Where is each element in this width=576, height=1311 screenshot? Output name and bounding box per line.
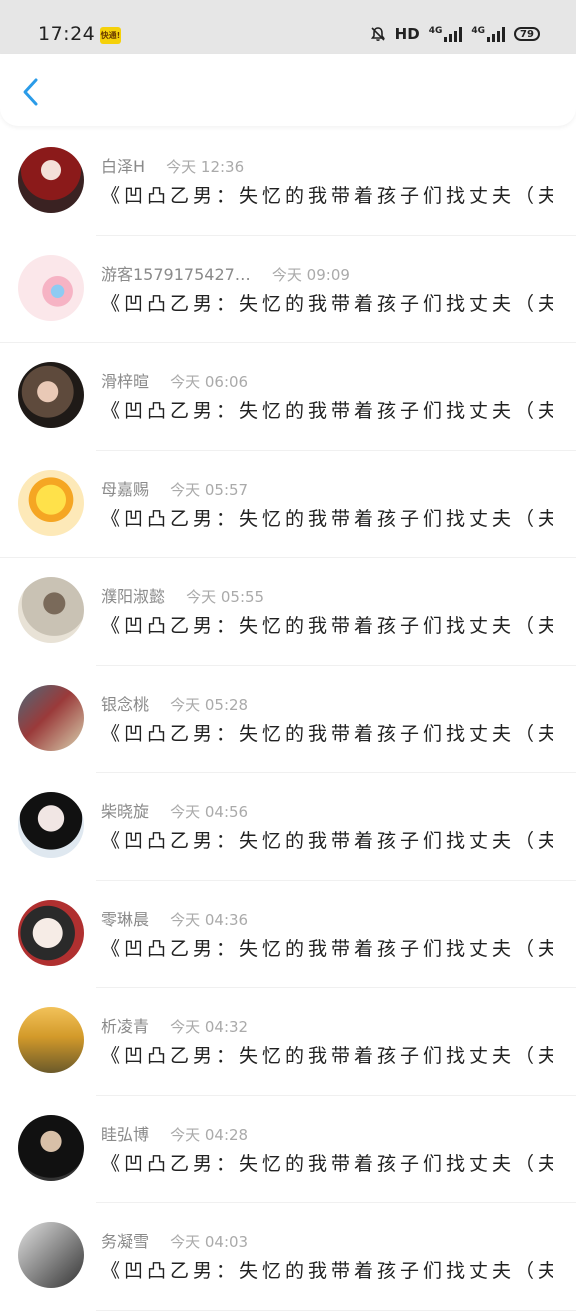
timestamp: 今天 04:28	[170, 1125, 249, 1144]
item-meta: 濮阳淑懿 今天 05:55	[101, 583, 264, 607]
user-name[interactable]: 银念桃	[101, 695, 149, 714]
list-item-6[interactable]: 银念桃 今天 05:28 《凹凸乙男：失忆的我带着孩子们找丈夫（夫…	[0, 666, 576, 773]
timestamp: 今天 12:36	[166, 158, 245, 176]
timestamp: 今天 04:56	[170, 803, 249, 821]
hd-indicator: HD	[394, 25, 420, 43]
avatar[interactable]	[18, 792, 84, 858]
signal-4g-1: 4G	[429, 26, 463, 42]
timestamp: 今天 04:32	[170, 1018, 249, 1036]
timestamp: 今天 06:06	[170, 373, 249, 391]
list-item-11[interactable]: 务凝雪 今天 04:03 《凹凸乙男：失忆的我带着孩子们找丈夫（夫…	[0, 1203, 576, 1311]
avatar[interactable]	[18, 1222, 84, 1288]
header-bar	[0, 54, 576, 126]
item-meta: 白泽H 今天 12:36	[101, 153, 244, 177]
message-preview: 《凹凸乙男：失忆的我带着孩子们找丈夫（夫…	[101, 185, 553, 207]
avatar[interactable]	[18, 469, 84, 536]
timestamp: 今天 05:28	[170, 695, 249, 714]
item-meta: 务凝雪 今天 04:03	[101, 1228, 248, 1252]
timestamp: 今天 05:57	[170, 480, 249, 499]
list-item-3[interactable]: 滑梓暄 今天 06:06 《凹凸乙男：失忆的我带着孩子们找丈夫（夫…	[0, 343, 576, 451]
avatar[interactable]	[18, 1114, 84, 1181]
message-preview: 《凹凸乙男：失忆的我带着孩子们找丈夫（夫…	[101, 615, 553, 637]
status-icons: HD 4G 4G 79	[370, 25, 540, 43]
list-item-4[interactable]: 母嘉赐 今天 05:57 《凹凸乙男：失忆的我带着孩子们找丈夫（夫…	[0, 451, 576, 558]
status-bar: 17:24 快通! HD 4G 4G 79	[0, 0, 576, 54]
avatar[interactable]	[18, 577, 84, 643]
app-notification-badge: 快通!	[100, 27, 121, 44]
item-meta: 柴晓旋 今天 04:56	[101, 798, 248, 822]
message-preview: 《凹凸乙男：失忆的我带着孩子们找丈夫（夫…	[101, 937, 553, 960]
chevron-left-icon	[23, 78, 38, 106]
user-name[interactable]: 濮阳淑懿	[101, 587, 165, 606]
item-meta: 银念桃 今天 05:28	[101, 691, 248, 715]
item-meta: 析凌青 今天 04:32	[101, 1013, 248, 1037]
item-meta: 零琳晨 今天 04:36	[101, 906, 248, 930]
item-meta: 眭弘博 今天 04:28	[101, 1121, 248, 1145]
message-preview: 《凹凸乙男：失忆的我带着孩子们找丈夫（夫…	[101, 292, 553, 315]
timestamp: 今天 05:55	[186, 588, 265, 606]
signal-icon	[487, 27, 505, 42]
list-item-8[interactable]: 零琳晨 今天 04:36 《凹凸乙男：失忆的我带着孩子们找丈夫（夫…	[0, 881, 576, 988]
item-meta: 滑梓暄 今天 06:06	[101, 368, 248, 392]
user-name[interactable]: 析凌青	[101, 1017, 149, 1036]
avatar[interactable]	[18, 1007, 84, 1073]
message-preview: 《凹凸乙男：失忆的我带着孩子们找丈夫（夫…	[101, 400, 553, 422]
signal-icon	[444, 27, 463, 42]
signal-4g-2: 4G	[471, 26, 505, 42]
timestamp: 今天 04:03	[170, 1233, 249, 1251]
avatar[interactable]	[18, 254, 84, 321]
avatar[interactable]	[18, 684, 84, 751]
message-preview: 《凹凸乙男：失忆的我带着孩子们找丈夫（夫…	[101, 722, 553, 745]
message-preview: 《凹凸乙男：失忆的我带着孩子们找丈夫（夫…	[101, 1045, 553, 1067]
user-name[interactable]: 眭弘博	[101, 1125, 149, 1144]
user-name[interactable]: 务凝雪	[101, 1232, 149, 1251]
user-name[interactable]: 柴晓旋	[101, 802, 149, 821]
user-name[interactable]: 滑梓暄	[101, 372, 149, 391]
user-name[interactable]: 白泽H	[101, 157, 145, 176]
battery-icon: 79	[514, 27, 540, 41]
message-preview: 《凹凸乙男：失忆的我带着孩子们找丈夫（夫…	[101, 507, 553, 530]
bell-off-icon	[370, 27, 385, 41]
message-preview: 《凹凸乙男：失忆的我带着孩子们找丈夫（夫…	[101, 1260, 553, 1282]
list-item-2[interactable]: 游客1579175427… 今天 09:09 《凹凸乙男：失忆的我带着孩子们找丈…	[0, 236, 576, 343]
timestamp: 今天 09:09	[271, 265, 350, 284]
message-preview: 《凹凸乙男：失忆的我带着孩子们找丈夫（夫…	[101, 1152, 553, 1175]
user-name[interactable]: 游客1579175427…	[101, 265, 251, 284]
item-meta: 游客1579175427… 今天 09:09	[101, 261, 350, 285]
user-name[interactable]: 母嘉赐	[101, 480, 149, 499]
avatar[interactable]	[18, 362, 84, 428]
message-list: 白泽H 今天 12:36 《凹凸乙男：失忆的我带着孩子们找丈夫（夫… 游客157…	[0, 128, 576, 1311]
message-preview: 《凹凸乙男：失忆的我带着孩子们找丈夫（夫…	[101, 830, 553, 852]
list-item-1[interactable]: 白泽H 今天 12:36 《凹凸乙男：失忆的我带着孩子们找丈夫（夫…	[0, 128, 576, 236]
list-item-7[interactable]: 柴晓旋 今天 04:56 《凹凸乙男：失忆的我带着孩子们找丈夫（夫…	[0, 773, 576, 881]
status-time: 17:24	[38, 23, 96, 45]
avatar[interactable]	[18, 147, 84, 213]
list-item-5[interactable]: 濮阳淑懿 今天 05:55 《凹凸乙男：失忆的我带着孩子们找丈夫（夫…	[0, 558, 576, 666]
timestamp: 今天 04:36	[170, 910, 249, 929]
back-button[interactable]	[18, 76, 46, 108]
user-name[interactable]: 零琳晨	[101, 910, 149, 929]
list-item-10[interactable]: 眭弘博 今天 04:28 《凹凸乙男：失忆的我带着孩子们找丈夫（夫…	[0, 1096, 576, 1203]
divider	[96, 1309, 576, 1311]
list-item-9[interactable]: 析凌青 今天 04:32 《凹凸乙男：失忆的我带着孩子们找丈夫（夫…	[0, 988, 576, 1096]
item-meta: 母嘉赐 今天 05:57	[101, 476, 248, 500]
avatar[interactable]	[18, 899, 84, 966]
